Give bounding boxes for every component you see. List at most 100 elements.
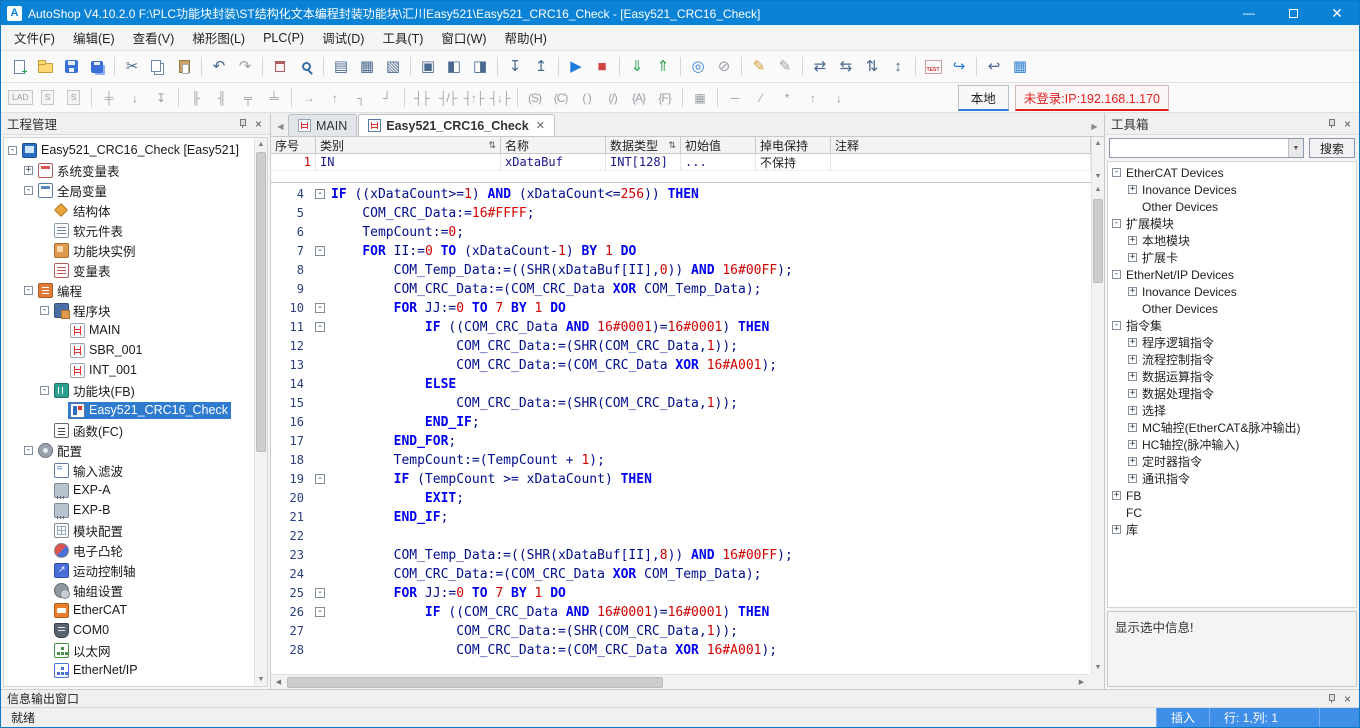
project-item-axis-group-settings[interactable]: 轴组设置: [4, 580, 267, 600]
project-item-functions-fc[interactable]: 函数(FC): [4, 420, 267, 440]
code-line-22[interactable]: 22: [271, 527, 1089, 546]
sort-updown-button[interactable]: ⇅: [860, 55, 884, 79]
toolbox-search-input[interactable]: ▼: [1109, 138, 1304, 158]
collapse-icon[interactable]: -: [24, 286, 33, 295]
column-header-数据类型[interactable]: 数据类型⇅: [606, 137, 681, 154]
draw-line-button[interactable]: ─: [723, 86, 747, 110]
project-item-exp-b[interactable]: EXP-B: [4, 500, 267, 520]
toolbox-item-local-modules[interactable]: +本地模块: [1108, 232, 1356, 249]
fold-collapse-icon[interactable]: -: [315, 189, 325, 199]
insert-row-button[interactable]: ↓: [123, 86, 147, 110]
scrollbar-thumb[interactable]: [1093, 199, 1103, 283]
toolbox-item-inovance-devices-ecat[interactable]: +Inovance Devices: [1108, 181, 1356, 198]
menu-item-6[interactable]: 工具(T): [373, 24, 432, 51]
code-line-16[interactable]: 16 END_IF;: [271, 413, 1089, 432]
project-item-easy521-crc16-check-fb[interactable]: Easy521_CRC16_Check: [4, 400, 267, 420]
insert-cell-button[interactable]: ╪: [97, 86, 121, 110]
fold-collapse-icon[interactable]: -: [315, 303, 325, 313]
expand-icon[interactable]: +: [1128, 474, 1137, 483]
menu-item-2[interactable]: 查看(V): [124, 24, 184, 51]
menu-item-4[interactable]: PLC(P): [254, 27, 313, 49]
pin-icon[interactable]: [1326, 693, 1337, 704]
column-header-注释[interactable]: 注释: [831, 137, 1091, 154]
move-up-button[interactable]: ↑: [801, 86, 825, 110]
table-cell[interactable]: IN: [316, 154, 501, 171]
expand-icon[interactable]: +: [1128, 253, 1137, 262]
column-header-类别[interactable]: 类别⇅: [316, 137, 501, 154]
editor-vscrollbar[interactable]: ▲ ▼: [1091, 183, 1104, 674]
scroll-right-icon[interactable]: ▶: [1074, 675, 1089, 690]
copy-button[interactable]: [146, 55, 170, 79]
align-vertical-button[interactable]: ↕: [886, 55, 910, 79]
stop-button[interactable]: ■: [590, 55, 614, 79]
project-item-ethernet[interactable]: 以太网: [4, 640, 267, 660]
paste-button[interactable]: [172, 55, 196, 79]
expand-icon[interactable]: +: [1128, 287, 1137, 296]
code-line-24[interactable]: 24 COM_CRC_Data:=(COM_CRC_Data XOR COM_T…: [271, 565, 1089, 584]
expand-icon[interactable]: +: [1128, 355, 1137, 364]
sfc-transition-button[interactable]: S: [62, 86, 86, 110]
toolbox-item-inovance-devices-eip[interactable]: +Inovance Devices: [1108, 283, 1356, 300]
code-line-11[interactable]: 11- IF ((COM_CRC_Data AND 16#0001)=16#00…: [271, 318, 1089, 337]
code-line-20[interactable]: 20 EXIT;: [271, 489, 1089, 508]
move-down-button[interactable]: ↓: [827, 86, 851, 110]
toolbox-item-other-devices-ecat[interactable]: Other Devices: [1108, 198, 1356, 215]
chevron-down-icon[interactable]: ▼: [1288, 139, 1303, 157]
cut-button[interactable]: ✂: [120, 55, 144, 79]
toolbox-item-data-processing-instructions[interactable]: +数据处理指令: [1108, 385, 1356, 402]
find-button[interactable]: [294, 55, 318, 79]
collapse-icon[interactable]: -: [1112, 168, 1121, 177]
lad-mode-button[interactable]: LAD: [7, 86, 34, 110]
output-window-bar[interactable]: 信息输出窗口 ×: [1, 689, 1359, 707]
coil-out-button[interactable]: ( ): [575, 86, 599, 110]
corner-up-button[interactable]: ┐: [349, 86, 373, 110]
column-header-掉电保持[interactable]: 掉电保持: [756, 137, 831, 154]
delete-line-button[interactable]: ∕: [749, 86, 773, 110]
sfc-step-button[interactable]: S: [36, 86, 60, 110]
toolbox-item-communication-instructions[interactable]: +通讯指令: [1108, 470, 1356, 487]
swap-rows-button[interactable]: ⇄: [808, 55, 832, 79]
collapse-icon[interactable]: -: [24, 186, 33, 195]
editor-hscrollbar[interactable]: ◀ ▶: [271, 674, 1089, 689]
tabs-scroll-right-icon[interactable]: ▶: [1087, 116, 1102, 136]
contact-falling-button[interactable]: ┤↓├: [488, 86, 512, 110]
test-button[interactable]: [921, 55, 945, 79]
login-jump-button[interactable]: ↪: [947, 55, 971, 79]
code-line-21[interactable]: 21 END_IF;: [271, 508, 1089, 527]
login-status[interactable]: 未登录:IP:192.168.1.170: [1015, 85, 1169, 111]
window-cascade-button[interactable]: ▣: [416, 55, 440, 79]
branch-point-button[interactable]: *: [775, 86, 799, 110]
swap-columns-button[interactable]: ⇆: [834, 55, 858, 79]
write-enable-button[interactable]: ✎: [747, 55, 771, 79]
project-item-program-blocks[interactable]: -程序块: [4, 300, 267, 320]
fold-collapse-icon[interactable]: -: [315, 607, 325, 617]
toolbox-item-library-group[interactable]: +库: [1108, 521, 1356, 538]
project-item-variable-table[interactable]: 变量表: [4, 260, 267, 280]
search-button[interactable]: 搜索: [1309, 138, 1355, 158]
code-line-10[interactable]: 10- FOR JJ:=0 TO 7 BY 1 DO: [271, 299, 1089, 318]
compile-button[interactable]: ▤: [329, 55, 353, 79]
clear-compile-button[interactable]: ▧: [381, 55, 405, 79]
expand-icon[interactable]: +: [1128, 389, 1137, 398]
close-panel-icon[interactable]: ×: [1342, 117, 1353, 131]
collapse-icon[interactable]: -: [40, 306, 49, 315]
window-tile-h-button[interactable]: ◧: [442, 55, 466, 79]
collapse-icon[interactable]: -: [1112, 270, 1121, 279]
project-item-function-blocks-fb[interactable]: -功能块(FB): [4, 380, 267, 400]
return-button[interactable]: ↩: [982, 55, 1006, 79]
fold-collapse-icon[interactable]: -: [315, 322, 325, 332]
table-cell[interactable]: xDataBuf: [501, 154, 606, 171]
code-line-17[interactable]: 17 END_FOR;: [271, 432, 1089, 451]
monitor-button[interactable]: ◎: [686, 55, 710, 79]
delete-row-button[interactable]: ↧: [149, 86, 173, 110]
expand-icon[interactable]: +: [1128, 372, 1137, 381]
collapse-icon[interactable]: -: [1112, 321, 1121, 330]
scroll-up-icon[interactable]: ▲: [255, 138, 267, 151]
code-line-4[interactable]: 4-IF ((xDataCount>=1) AND (xDataCount<=2…: [271, 185, 1089, 204]
expand-icon[interactable]: +: [24, 166, 33, 175]
fold-collapse-icon[interactable]: -: [315, 588, 325, 598]
toolbox-item-select-instructions[interactable]: +选择: [1108, 402, 1356, 419]
expand-icon[interactable]: +: [1112, 525, 1121, 534]
project-item-exp-a[interactable]: EXP-A: [4, 480, 267, 500]
menu-item-0[interactable]: 文件(F): [5, 24, 64, 51]
